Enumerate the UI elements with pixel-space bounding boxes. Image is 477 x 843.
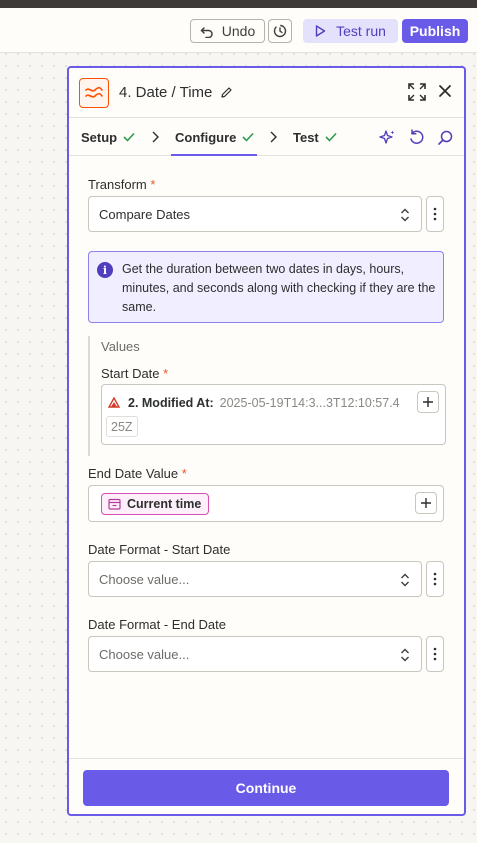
format-start-placeholder: Choose value... — [99, 571, 190, 587]
values-group: Values Start Date * 2. Modified At: 2025… — [88, 336, 446, 456]
sparkle-icon[interactable] — [379, 129, 396, 146]
check-icon — [242, 132, 254, 142]
panel-header: 4. Date / Time — [69, 68, 464, 118]
start-date-mapped-value[interactable]: 2. Modified At: 2025-05-19T14:3...3T12:1… — [106, 392, 400, 414]
info-callout: i Get the duration between two dates in … — [88, 251, 444, 323]
format-end-placeholder: Choose value... — [99, 646, 190, 662]
expand-icon[interactable] — [408, 83, 426, 101]
search-icon[interactable] — [437, 129, 454, 146]
chevron-up-down-icon — [401, 573, 409, 587]
calendar-icon — [108, 498, 121, 510]
tab-test-label: Test — [293, 129, 319, 145]
transform-value: Compare Dates — [99, 206, 191, 222]
more-vertical-icon — [433, 647, 437, 661]
check-icon — [123, 132, 135, 142]
info-text: Get the duration between two dates in da… — [122, 262, 436, 314]
chevron-up-down-icon — [401, 208, 409, 222]
format-end-label: Date Format - End Date — [88, 617, 226, 632]
tab-configure-label: Configure — [175, 129, 237, 145]
tab-setup-label: Setup — [81, 129, 118, 145]
current-time-label: Current time — [127, 497, 202, 511]
transform-select[interactable]: Compare Dates — [88, 196, 422, 232]
play-icon — [315, 25, 326, 37]
end-date-field[interactable]: Current time — [88, 485, 444, 522]
tab-test[interactable]: Test — [293, 118, 337, 156]
undo-icon — [200, 27, 213, 38]
test-run-label: Test run — [336, 23, 386, 39]
step-tabs: Setup Configure Test — [69, 118, 464, 156]
history-icon — [273, 24, 287, 38]
step-title: 4. Date / Time — [119, 84, 233, 101]
refresh-icon[interactable] — [408, 129, 425, 146]
start-date-label: Start Date * — [101, 366, 169, 381]
start-date-field[interactable]: 2. Modified At: 2025-05-19T14:3...3T12:1… — [101, 384, 446, 445]
pencil-icon[interactable] — [220, 86, 233, 99]
info-icon: i — [97, 262, 113, 278]
transform-more-button[interactable] — [426, 196, 444, 232]
start-date-step: 2. Modified At: — [128, 396, 214, 410]
editor-toolbar: Undo Test run Publish — [0, 8, 477, 53]
test-run-button[interactable]: Test run — [303, 19, 398, 43]
step-title-text: 4. Date / Time — [119, 84, 213, 101]
more-vertical-icon — [433, 207, 437, 221]
version-history-button[interactable] — [268, 19, 292, 43]
tab-setup[interactable]: Setup — [81, 118, 135, 156]
source-app-logo — [106, 395, 122, 411]
more-vertical-icon — [433, 572, 437, 586]
start-date-add-button[interactable] — [417, 391, 439, 413]
tab-configure[interactable]: Configure — [175, 118, 254, 156]
chevron-right-icon — [270, 131, 277, 143]
continue-button[interactable]: Continue — [83, 770, 449, 806]
publish-button[interactable]: Publish — [402, 19, 468, 43]
check-icon — [325, 132, 337, 142]
format-end-more-button[interactable] — [426, 636, 444, 672]
format-start-more-button[interactable] — [426, 561, 444, 597]
close-icon[interactable] — [437, 83, 453, 99]
format-start-label: Date Format - Start Date — [88, 542, 231, 557]
format-end-select[interactable]: Choose value... — [88, 636, 422, 672]
start-date-value: 2025-05-19T14:3...3T12:10:57.4 — [219, 396, 400, 410]
values-title: Values — [101, 339, 140, 354]
end-date-add-button[interactable] — [415, 492, 437, 514]
current-time-pill[interactable]: Current time — [101, 493, 210, 515]
undo-label: Undo — [221, 23, 256, 39]
end-date-label: End Date Value * — [88, 466, 187, 481]
chevron-up-down-icon — [401, 648, 409, 662]
chevron-right-icon — [152, 131, 159, 143]
panel-footer: Continue — [69, 758, 464, 814]
plus-icon — [423, 397, 433, 407]
start-date-value-wrap: 25Z — [106, 416, 138, 437]
window-top-strip — [0, 0, 477, 8]
active-tab-indicator — [171, 154, 257, 156]
step-config-panel: 4. Date / Time Setup Configure Test Tran… — [67, 66, 466, 816]
format-start-select[interactable]: Choose value... — [88, 561, 422, 597]
transform-label: Transform * — [88, 177, 156, 192]
formatter-app-icon — [79, 78, 109, 108]
plus-icon — [421, 498, 431, 508]
undo-button[interactable]: Undo — [190, 19, 265, 43]
